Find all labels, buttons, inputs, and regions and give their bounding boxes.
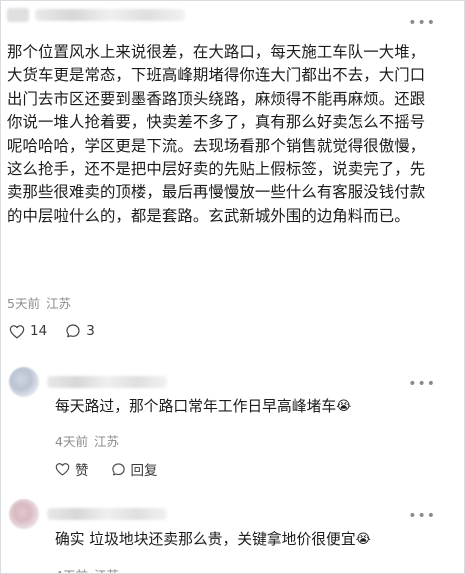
like-button[interactable]: 14 bbox=[9, 323, 47, 339]
author-avatar[interactable] bbox=[7, 8, 29, 22]
crying-emoji-icon: 😭 bbox=[336, 399, 352, 414]
reply-avatar-2[interactable] bbox=[9, 499, 39, 529]
reply-text-2-body: 确实 垃圾地块还卖那么贵，关键拿地价很便宜 bbox=[55, 531, 356, 548]
reply-time-1: 4天前 bbox=[55, 434, 88, 449]
heart-icon bbox=[55, 463, 70, 476]
comment-button[interactable]: 3 bbox=[65, 323, 95, 339]
heart-icon bbox=[9, 324, 25, 338]
reply-like-label: 赞 bbox=[75, 463, 89, 479]
more-icon[interactable]: ••• bbox=[408, 509, 436, 523]
reply-text-2: 确实 垃圾地块还卖那么贵，关键拿地价很便宜😭 bbox=[55, 530, 371, 550]
comment-meta: 5天前 江苏 bbox=[7, 293, 71, 312]
comment-location: 江苏 bbox=[45, 296, 71, 311]
like-count: 14 bbox=[30, 323, 48, 339]
reply-text-1-body: 每天路过，那个路口常年工作日早高峰堵车 bbox=[55, 398, 337, 415]
comment-icon bbox=[66, 324, 80, 338]
comment-actions: 14 3 bbox=[9, 323, 95, 339]
reply-location-2: 江苏 bbox=[94, 565, 119, 573]
comment-author[interactable] bbox=[7, 5, 197, 25]
comment-time: 5天前 bbox=[7, 296, 40, 311]
reply-time-2: 4天前 bbox=[55, 565, 88, 573]
reply-author-1[interactable] bbox=[9, 367, 167, 397]
crying-emoji-icon: 😭 bbox=[355, 532, 371, 547]
reply-count: 3 bbox=[86, 323, 95, 339]
reply-meta-1: 4天前 江苏 bbox=[55, 431, 119, 450]
reply-reply-button[interactable]: 回复 bbox=[111, 459, 158, 479]
more-icon[interactable]: ••• bbox=[408, 377, 436, 391]
reply-text-1: 每天路过，那个路口常年工作日早高峰堵车😭 bbox=[55, 397, 351, 417]
reply-avatar-1[interactable] bbox=[9, 367, 39, 397]
reply-icon bbox=[111, 462, 125, 475]
reply-reply-label: 回复 bbox=[130, 463, 158, 479]
comment-text: 那个位置风水上来说很差，在大路口，每天施工车队一大堆，大货车更是常态，下班高峰期… bbox=[7, 43, 426, 225]
comment-thread: ••• 那个位置风水上来说很差，在大路口，每天施工车队一大堆，大货车更是常态，下… bbox=[0, 0, 465, 574]
reply-name-1[interactable] bbox=[47, 376, 167, 388]
author-name[interactable] bbox=[35, 9, 185, 21]
reply-author-2[interactable] bbox=[9, 499, 167, 529]
reply-actions-1: 赞 回复 bbox=[55, 459, 158, 479]
reply-name-2[interactable] bbox=[47, 508, 167, 520]
reply-location-1: 江苏 bbox=[93, 434, 119, 449]
more-icon[interactable]: ••• bbox=[408, 16, 436, 30]
reply-meta-2: 4天前 江苏 bbox=[55, 565, 119, 573]
reply-like-button[interactable]: 赞 bbox=[55, 459, 89, 479]
